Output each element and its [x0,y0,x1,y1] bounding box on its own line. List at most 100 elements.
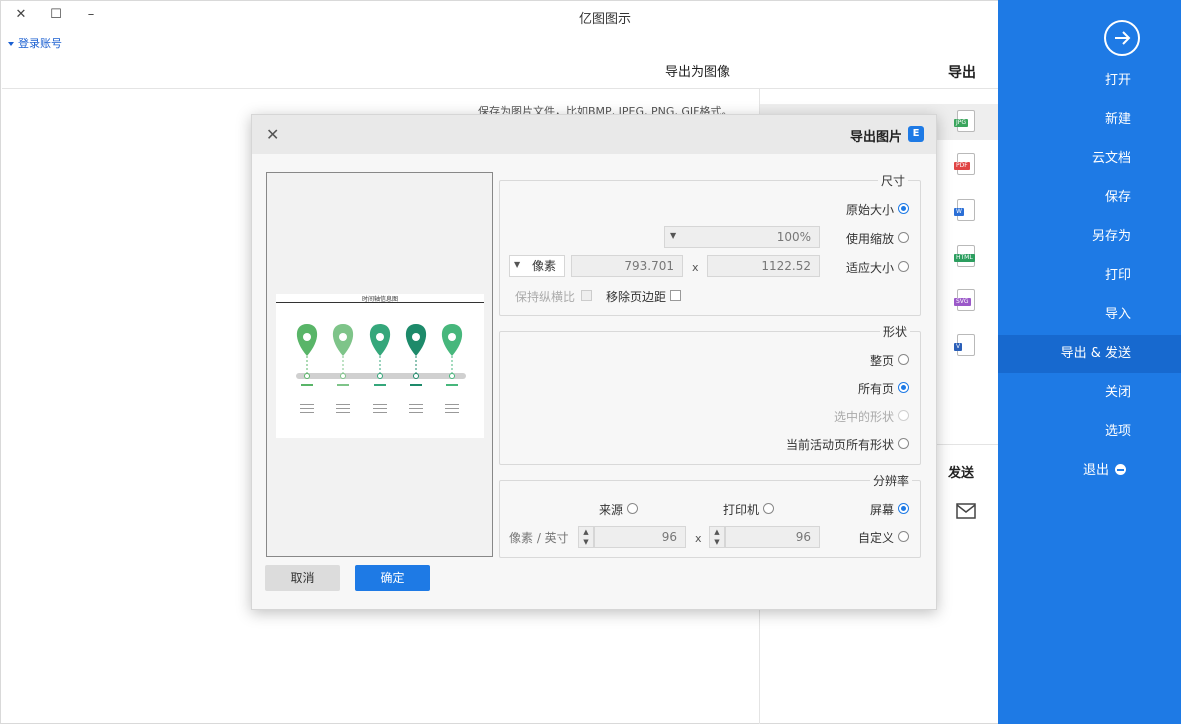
menu-close[interactable]: 关闭 [998,374,1181,412]
fit-size-label: 适应大小 [846,261,895,275]
jpg-file-icon[interactable]: JPG [954,110,975,132]
pdf-file-icon[interactable]: PDF [954,153,975,175]
dpi-y-stepper[interactable]: ▲ ▼ [578,526,594,548]
dpi-unit-label: 像素 / 英寸 [509,531,569,545]
source-label: 来源 [599,503,624,517]
back-arrow-icon[interactable] [1104,20,1140,56]
menu-print[interactable]: 打印 [998,257,1181,295]
menu-exit-label: 退出 [1082,463,1109,478]
timeline-node [413,373,419,379]
menu-export-send[interactable]: 导出 & 发送 [998,335,1181,373]
send-heading: 发送 [948,466,975,481]
timeline-text [445,404,459,405]
timeline-node [377,373,383,379]
menu-options[interactable]: 选项 [998,413,1181,451]
login-label: 登录账号 [18,37,62,50]
printer-label: 打印机 [723,503,760,517]
original-size-radio[interactable] [898,203,909,214]
window-title: 亿图图示 [578,12,631,27]
dropdown-caret-icon [8,42,14,46]
height-input[interactable]: 793.701 [571,255,683,277]
zoom-select[interactable]: 100% [664,226,820,248]
menu-save-as[interactable]: 另存为 [998,218,1181,256]
dialog-header [252,115,936,154]
size-group-label: 尺寸 [878,172,909,189]
header-divider [2,88,998,89]
timeline-text [409,412,423,413]
login-link[interactable]: 登录账号 [8,35,62,51]
timeline-text [445,408,459,409]
whole-page-radio[interactable] [898,354,909,365]
times-separator: x [692,261,699,274]
dialog-close-icon[interactable]: ✕ [266,125,279,144]
remove-margin-checkbox[interactable] [670,290,681,301]
timeline-text [300,404,314,405]
ok-button[interactable]: 确定 [355,565,430,591]
timeline-text [373,404,387,405]
all-pages-radio[interactable] [898,382,909,393]
svg-file-icon[interactable]: SVG [954,289,975,311]
timeline-year [446,384,458,386]
timeline-year [374,384,386,386]
timeline-text [373,408,387,409]
app-logo-icon: E [908,126,924,142]
timeline-year [410,384,422,386]
dpi-x-stepper[interactable]: ▲ ▼ [709,526,725,548]
selected-shapes-label: 选中的形状 [834,410,895,424]
html-file-icon[interactable]: HTML [954,245,975,267]
printer-radio[interactable] [763,503,774,514]
resolution-group-label: 分辨率 [870,472,913,489]
menu-new[interactable]: 新建 [998,101,1181,139]
timeline-text [409,404,423,405]
word-file-icon[interactable]: W [954,199,975,221]
shape-group-label: 形状 [880,323,911,340]
source-radio[interactable] [627,503,638,514]
preview-timeline [296,324,466,413]
visio-file-icon[interactable]: V [954,334,975,356]
close-window-icon[interactable]: ✕ [12,6,30,24]
keep-ratio-checkbox[interactable] [581,290,592,301]
all-pages-label: 所有页 [858,382,895,396]
menu-open[interactable]: 打开 [998,62,1181,100]
custom-label: 自定义 [858,531,895,545]
custom-radio[interactable] [898,531,909,542]
timeline-node [449,373,455,379]
use-zoom-radio[interactable] [898,232,909,243]
timeline-pin-icon [376,333,384,341]
menu-import[interactable]: 导入 [998,296,1181,334]
minimize-window-icon[interactable]: – [82,6,100,24]
timeline-text [300,408,314,409]
selected-shapes-radio[interactable] [898,410,909,421]
dpi-y-input[interactable]: 96 [594,526,686,548]
remove-margin-label: 移除页边距 [606,290,667,304]
zoom-dropdown-icon[interactable]: ▼ [670,231,676,240]
dpi-x-input[interactable]: 96 [725,526,820,548]
mail-send-icon[interactable] [955,502,977,523]
original-size-label: 原始大小 [846,203,895,217]
timeline-text [445,412,459,413]
timeline-year [301,384,313,386]
timeline-text [373,412,387,413]
menu-cloud[interactable]: 云文档 [998,140,1181,178]
current-page-shapes-label: 当前活动页所有形状 [786,438,895,452]
dialog-title: 导出图片 [850,130,903,145]
width-input[interactable]: 1122.52 [707,255,820,277]
timeline-text [336,408,350,409]
keep-ratio-label: 保持纵横比 [515,290,576,304]
dpi-times-separator: x [695,532,702,545]
timeline-node [304,373,310,379]
menu-save[interactable]: 保存 [998,179,1181,217]
menu-exit[interactable]: 退出 [998,452,1181,490]
use-zoom-label: 使用缩放 [846,232,895,246]
timeline-text [409,408,423,409]
cancel-button[interactable]: 取消 [265,565,340,591]
timeline-pin-icon [448,333,456,341]
current-page-shapes-radio[interactable] [898,438,909,449]
timeline-pin-icon [303,333,311,341]
timeline-text [300,412,314,413]
screen-radio[interactable] [898,503,909,514]
unit-dropdown-icon[interactable]: ▼ [514,260,520,269]
maximize-window-icon[interactable]: ☐ [47,6,65,24]
timeline-pin-icon [412,333,420,341]
fit-size-radio[interactable] [898,261,909,272]
